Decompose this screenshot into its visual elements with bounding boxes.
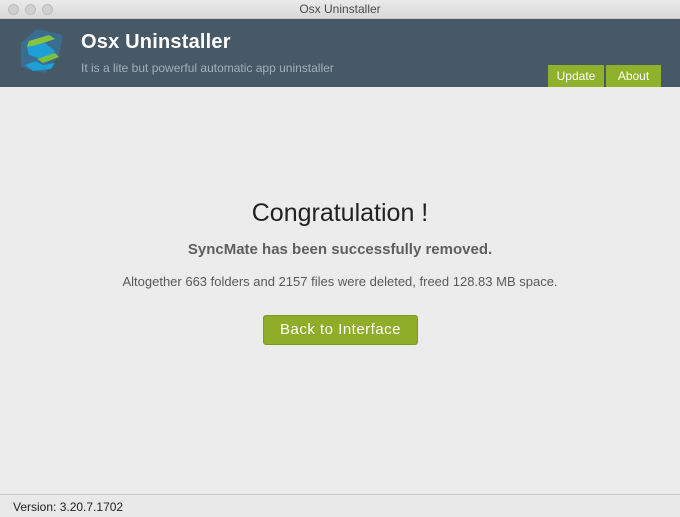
- osx-uninstaller-logo-icon: [21, 29, 63, 73]
- result-panel: Congratulation ! SyncMate has been succe…: [0, 87, 680, 494]
- title-bar: Osx Uninstaller: [0, 0, 680, 19]
- congratulation-heading: Congratulation !: [251, 199, 429, 227]
- tab-about[interactable]: About: [606, 65, 661, 87]
- window-title: Osx Uninstaller: [299, 2, 381, 16]
- removal-summary: Altogether 663 folders and 2157 files we…: [122, 274, 558, 289]
- back-to-interface-button[interactable]: Back to Interface: [263, 315, 418, 345]
- status-bar: Version: 3.20.7.1702: [0, 494, 680, 517]
- tab-update[interactable]: Update: [548, 65, 604, 87]
- version-label: Version: 3.20.7.1702: [13, 500, 124, 514]
- removed-message: SyncMate has been successfully removed.: [187, 241, 493, 258]
- app-name: Osx Uninstaller: [81, 31, 231, 53]
- app-tagline: It is a lite but powerful automatic app …: [81, 61, 334, 75]
- app-window: Osx Uninstaller Osx Uninstaller It is a …: [0, 0, 680, 517]
- app-header: Osx Uninstaller It is a lite but powerfu…: [0, 19, 680, 87]
